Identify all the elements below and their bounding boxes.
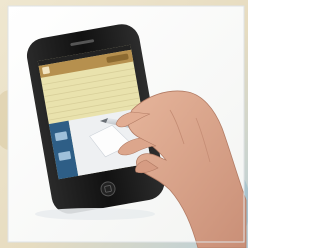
phone-reflection: [35, 208, 155, 220]
photo-scene: [0, 0, 248, 248]
notes-icon: [42, 66, 50, 75]
photo-illustration: [0, 0, 248, 248]
